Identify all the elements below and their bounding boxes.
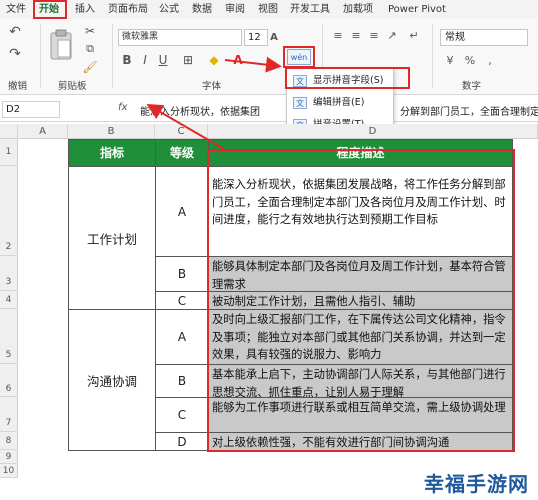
annotation-arrows — [146, 56, 282, 150]
watermark-logo: 幸福手游网 — [421, 468, 532, 497]
arrow-to-formula — [146, 103, 225, 150]
arrow-to-phonetic — [224, 56, 282, 73]
